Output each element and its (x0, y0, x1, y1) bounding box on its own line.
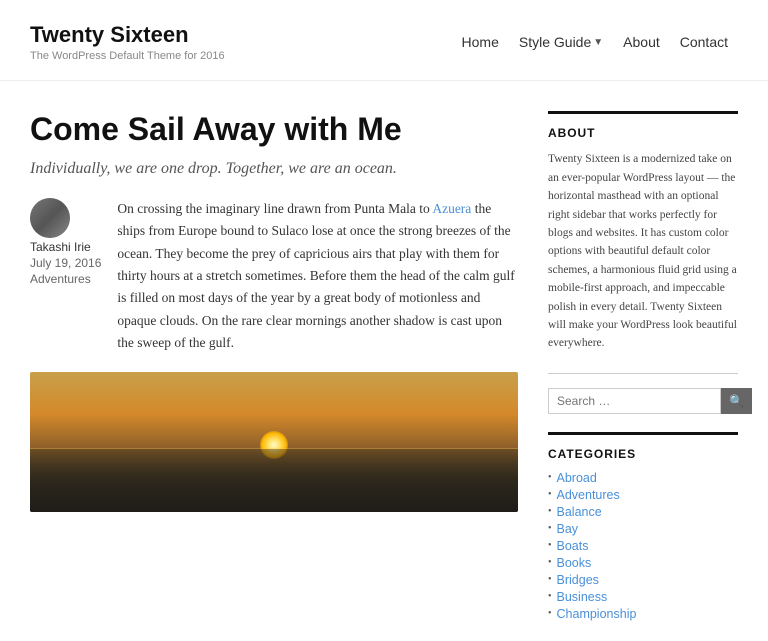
bullet-icon: • (548, 506, 552, 517)
main-nav: Home Style Guide ▼ About Contact (452, 34, 738, 50)
bullet-icon: • (548, 608, 552, 619)
category-link-business[interactable]: Business (557, 590, 608, 604)
nav-contact[interactable]: Contact (670, 34, 738, 50)
chevron-down-icon: ▼ (593, 37, 603, 48)
site-title: Twenty Sixteen (30, 22, 225, 48)
nav-home[interactable]: Home (452, 34, 509, 50)
post-featured-image (30, 372, 518, 512)
sidebar-categories-title: CATEGORIES (548, 447, 738, 461)
category-link-adventures[interactable]: Adventures (557, 488, 620, 502)
post-meta-column: Takashi Irie July 19, 2016 Adventures (30, 198, 101, 354)
category-link-bay[interactable]: Bay (557, 522, 579, 536)
site-branding: Twenty Sixteen The WordPress Default The… (30, 22, 225, 62)
nav-style-guide[interactable]: Style Guide ▼ (509, 34, 613, 50)
bullet-icon: • (548, 557, 552, 568)
post-body: On crossing the imaginary line drawn fro… (117, 198, 518, 354)
list-item: • Boats (548, 539, 738, 553)
post-content-area: Takashi Irie July 19, 2016 Adventures On… (30, 198, 518, 354)
author-name: Takashi Irie (30, 240, 101, 254)
list-item: • Business (548, 590, 738, 604)
main-content: Come Sail Away with Me Individually, we … (30, 111, 518, 640)
bullet-icon: • (548, 489, 552, 500)
sidebar: ABOUT Twenty Sixteen is a modernized tak… (548, 111, 738, 640)
sidebar-about-section: ABOUT Twenty Sixteen is a modernized tak… (548, 111, 738, 352)
sidebar-search-section: 🔍 (548, 373, 738, 414)
page-wrapper: Twenty Sixteen The WordPress Default The… (0, 0, 768, 641)
bullet-icon: • (548, 472, 552, 483)
category-link-abroad[interactable]: Abroad (557, 471, 597, 485)
search-button[interactable]: 🔍 (721, 388, 752, 414)
list-item: • Championship (548, 607, 738, 621)
bullet-icon: • (548, 540, 552, 551)
site-description: The WordPress Default Theme for 2016 (30, 50, 225, 62)
list-item: •Bridges (548, 573, 738, 587)
sidebar-categories-section: CATEGORIES • Abroad • Adventures • Balance … (548, 432, 738, 621)
list-item: • Abroad (548, 471, 738, 485)
azuera-link[interactable]: Azuera (432, 201, 471, 216)
list-item: • Adventures (548, 488, 738, 502)
post-subtitle: Individually, we are one drop. Together,… (30, 160, 518, 178)
categories-list: • Abroad • Adventures • Balance • Bay • Boats… (548, 471, 738, 621)
post-title: Come Sail Away with Me (30, 111, 518, 148)
post-category: Adventures (30, 272, 101, 286)
site-header: Twenty Sixteen The WordPress Default The… (0, 0, 768, 81)
post-date: July 19, 2016 (30, 256, 101, 270)
list-item: • Books (548, 556, 738, 570)
sidebar-about-text: Twenty Sixteen is a modernized take on a… (548, 150, 738, 352)
category-link-balance[interactable]: Balance (557, 505, 602, 519)
bullet-icon: • (548, 523, 552, 534)
category-link-books[interactable]: Books (557, 556, 592, 570)
content-wrapper: Come Sail Away with Me Individually, we … (0, 81, 768, 640)
category-link-bridges[interactable]: Bridges (557, 573, 599, 587)
nav-about[interactable]: About (613, 34, 670, 50)
bullet-icon: • (548, 591, 552, 602)
sidebar-about-title: ABOUT (548, 126, 738, 140)
search-input[interactable] (548, 388, 721, 414)
list-item: • Bay (548, 522, 738, 536)
avatar (30, 198, 70, 238)
category-link-championship[interactable]: Championship (557, 607, 637, 621)
list-item: • Balance (548, 505, 738, 519)
water-graphic (30, 449, 518, 512)
category-link-boats[interactable]: Boats (557, 539, 589, 553)
